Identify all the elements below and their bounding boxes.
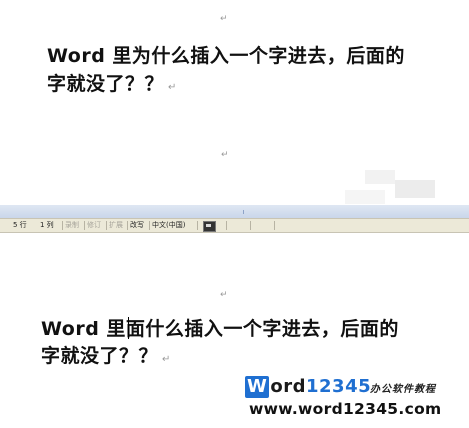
status-separator xyxy=(127,221,128,230)
status-separator xyxy=(250,221,251,230)
status-trk[interactable]: 修订 xyxy=(87,219,101,232)
brand-w: W xyxy=(245,376,270,398)
paragraph-mark: ↵ xyxy=(221,150,229,160)
brand-url: www.word12345.com xyxy=(249,400,442,418)
doc-text: 什么插入一个字进去，后面的 xyxy=(145,318,399,340)
status-ovr[interactable]: 改写 xyxy=(130,219,144,232)
blurred-area xyxy=(365,170,395,184)
status-rec[interactable]: 录制 xyxy=(65,219,79,232)
doc-text-line: Word 里为什么插入一个字进去，后面的 xyxy=(47,43,405,69)
doc-text-line: 字就没了？？ ↵ xyxy=(41,343,171,373)
ruler-tick xyxy=(243,210,244,214)
doc-text: Word 里面 xyxy=(41,318,146,340)
doc-text: Word 里为什么插入一个字进去，后面的 xyxy=(47,45,405,67)
blurred-area xyxy=(395,180,435,198)
paragraph-mark: ↵ xyxy=(162,354,171,365)
status-separator xyxy=(106,221,107,230)
brand-tagline: 办公软件教程 xyxy=(370,384,436,395)
status-separator xyxy=(84,221,85,230)
blurred-area xyxy=(345,190,385,204)
doc-text-line: Word 里面什么插入一个字进去，后面的 xyxy=(41,316,399,342)
status-bar: 5 行 1 列 录制 修订 扩展 改写 中文(中国) xyxy=(0,218,469,233)
status-separator xyxy=(149,221,150,230)
status-line: 5 行 xyxy=(13,221,27,229)
brand-digits: 12345 xyxy=(306,376,372,397)
status-ext[interactable]: 扩展 xyxy=(109,219,123,232)
status-separator xyxy=(226,221,227,230)
paragraph-mark: ↵ xyxy=(220,14,228,24)
paragraph-mark: ↵ xyxy=(220,290,228,300)
status-separator xyxy=(197,221,198,230)
doc-text: 字就没了？？ xyxy=(47,73,165,95)
doc-text: 字就没了？？ xyxy=(41,345,159,367)
status-col: 1 列 xyxy=(40,221,54,229)
doc-text-line: 字就没了？？ ↵ xyxy=(47,71,177,101)
brand-ord: ord xyxy=(270,376,306,397)
status-lang: 中文(中国) xyxy=(152,221,186,229)
ruler-band xyxy=(0,205,469,218)
brand-name: Word12345 xyxy=(245,376,371,398)
watermark-logo: Word12345 办公软件教程 www.word12345.com xyxy=(245,371,469,428)
status-separator xyxy=(62,221,63,230)
text-cursor xyxy=(128,317,129,339)
spelling-check-icon[interactable] xyxy=(203,221,216,232)
status-separator xyxy=(274,221,275,230)
paragraph-mark: ↵ xyxy=(168,82,177,93)
